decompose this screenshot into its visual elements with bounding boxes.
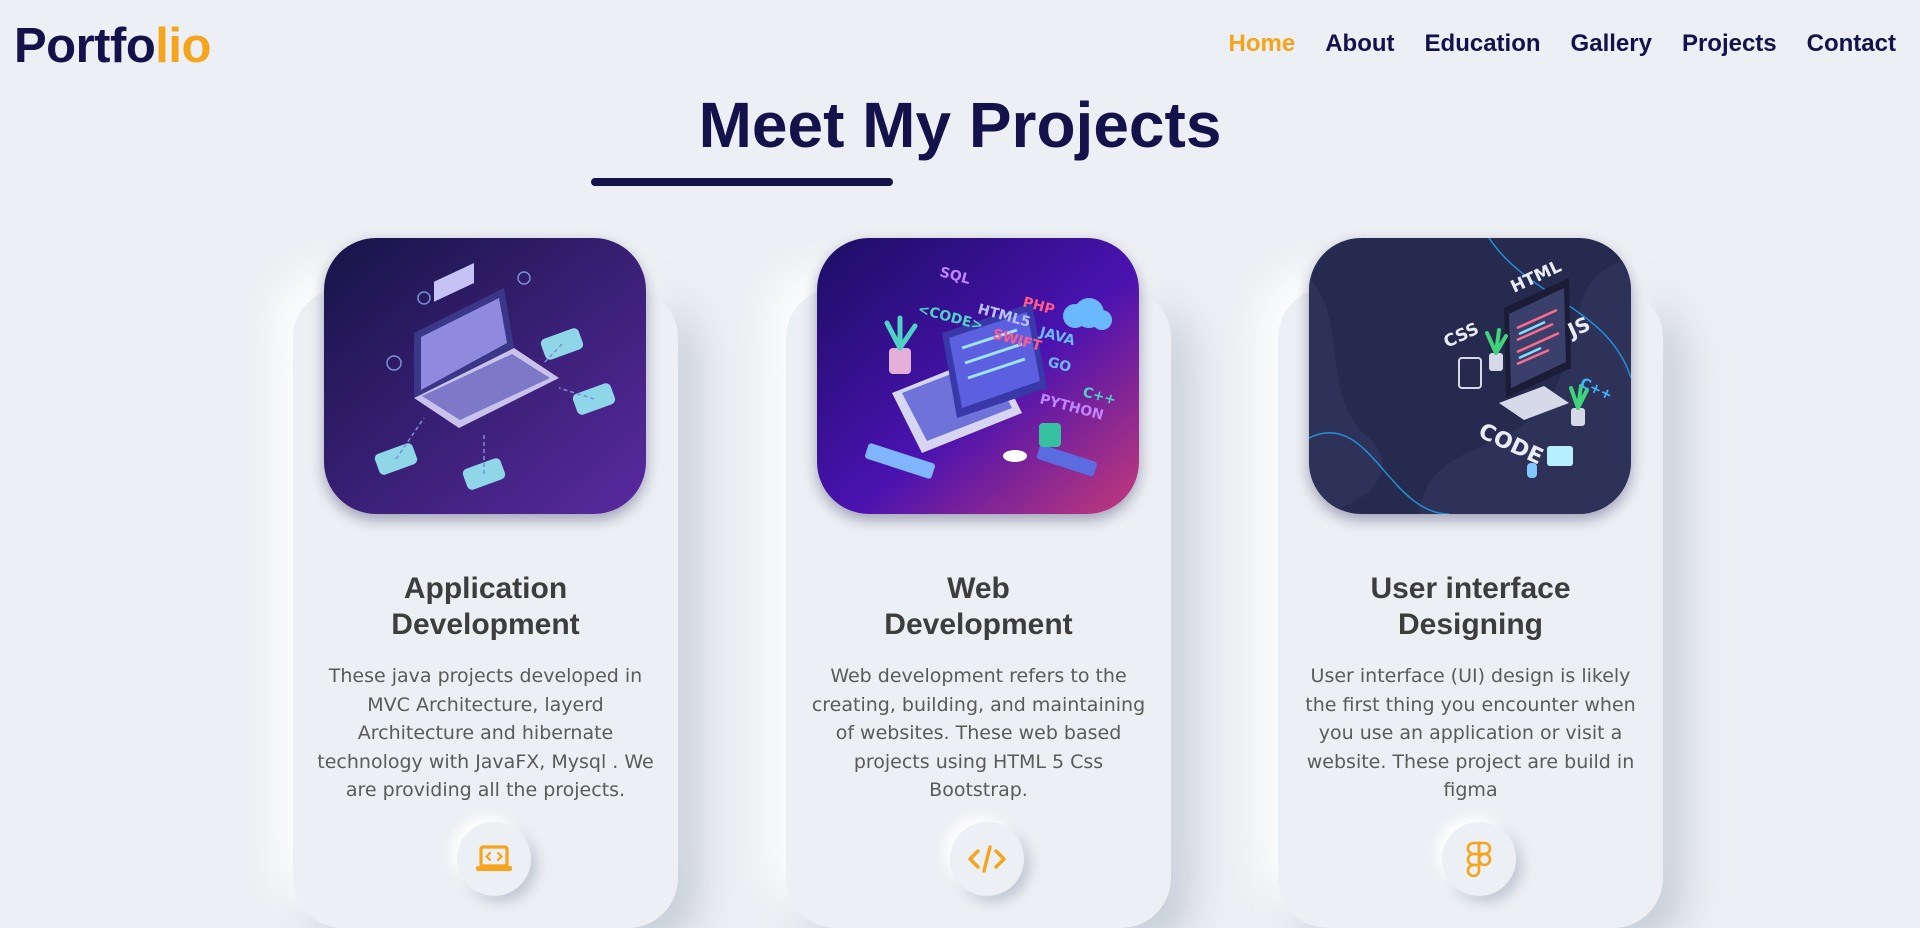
laptop-code-icon [476,845,512,871]
section-title: Meet My Projects [698,89,1222,161]
ui-design-illustration: HTML CSS JS C++ CODE [1309,238,1631,514]
title-underline [591,178,893,186]
nav-about[interactable]: About [1325,30,1394,58]
card-description: User interface (UI) design is likely the… [1305,665,1636,801]
project-card-ui: HTML CSS JS C++ CODE User interface Desi… [1278,238,1663,928]
card-title: Web Development [796,571,1161,643]
card-description: Web development refers to the creating, … [811,665,1146,801]
application-project-button[interactable] [457,822,531,896]
ui-project-button[interactable] [1442,822,1516,896]
card-title: User interface Designing [1288,571,1653,643]
nav-gallery[interactable]: Gallery [1571,30,1652,58]
nav-home[interactable]: Home [1229,30,1296,58]
web-development-illustration: SQL PHP HTML5 <CODE> SWIFT JAVA GO C++ P… [817,238,1139,514]
web-project-button[interactable] [950,822,1024,896]
card-title-line2: Designing [1397,608,1543,641]
application-development-illustration [324,238,646,514]
card-title-line1: Application [403,572,568,605]
project-card-web: SQL PHP HTML5 <CODE> SWIFT JAVA GO C++ P… [786,238,1171,928]
card-title-line2: Development [884,608,1073,641]
project-card-application: Application Development These java proje… [293,238,678,928]
code-icon [968,845,1006,873]
logo-accent-text: lio [155,19,211,73]
nav-contact[interactable]: Contact [1807,30,1896,58]
card-title-line1: Web [947,572,1010,605]
site-logo[interactable]: Portfolio [14,18,211,74]
card-description: These java projects developed in MVC Arc… [317,665,654,801]
logo-main-text: Portfo [14,19,156,73]
card-title-line2: Development [391,608,580,641]
nav-education[interactable]: Education [1425,30,1541,58]
card-title-line1: User interface [1370,572,1571,605]
figma-icon [1466,841,1492,877]
card-title: Application Development [303,571,668,643]
main-nav: Home About Education Gallery Projects Co… [1229,30,1896,58]
nav-projects[interactable]: Projects [1682,30,1777,58]
